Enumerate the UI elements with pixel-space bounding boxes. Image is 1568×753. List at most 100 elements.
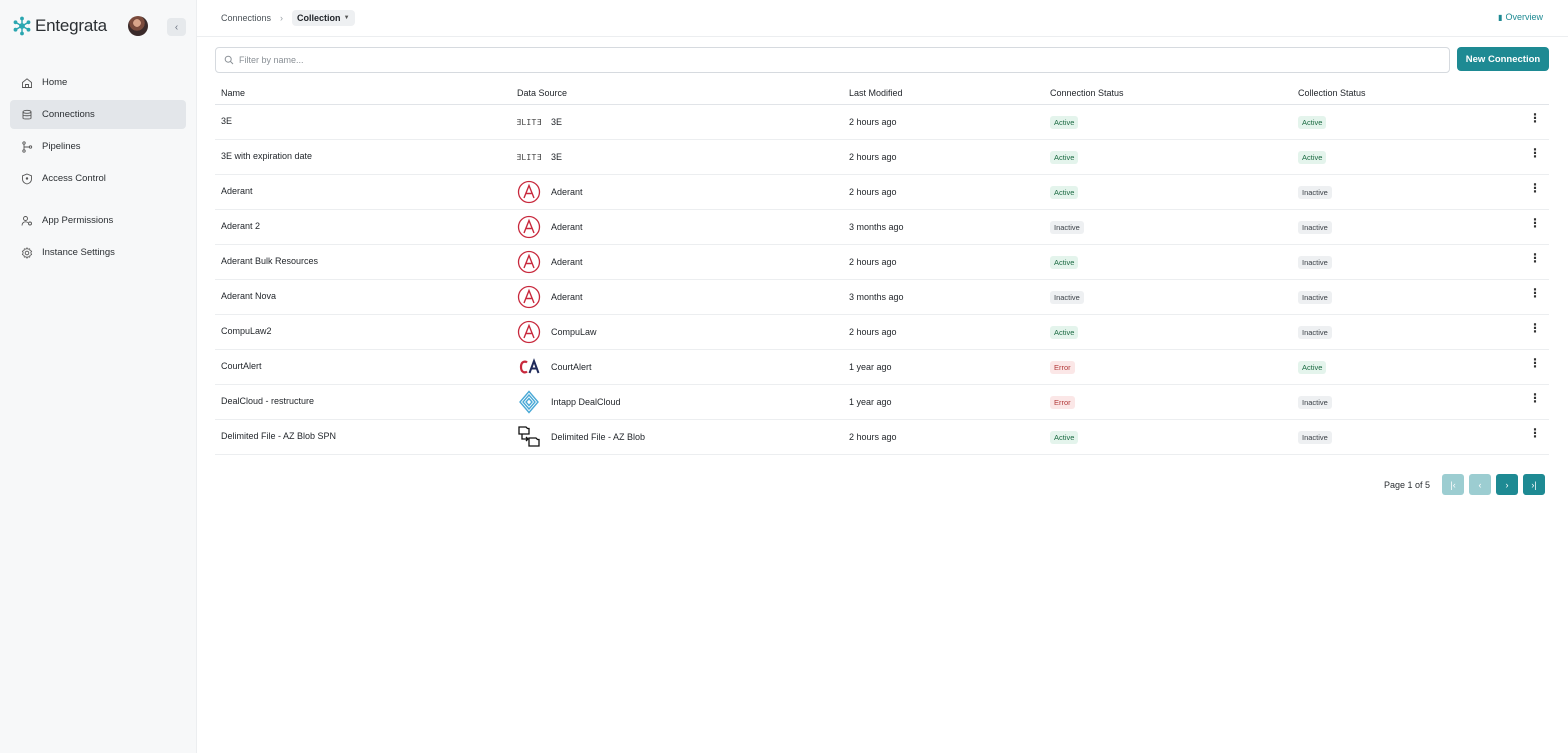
data-source-cell: CompuLaw [517,320,597,344]
status-badge: Inactive [1050,221,1084,234]
breadcrumb-collection-dropdown[interactable]: Collection ▼ [292,10,355,26]
column-header-collection-status[interactable]: Collection Status [1298,88,1366,98]
row-actions-kebab-icon[interactable]: ⋮ [1529,112,1541,124]
table-row[interactable]: Aderant Aderant 2 hours ago Active Inactive ⋮ [215,175,1549,210]
sidebar: Entegrata ‹ Home Connections Pipelines A… [0,0,197,753]
top-header: Connections › Collection ▼ ▮ Overview [197,0,1568,37]
table-row[interactable]: 3E with expiration date ƎLITƎ 3E 2 hours ag… [215,140,1549,175]
connection-status-cell: Active [1050,151,1079,164]
collection-status-cell: Inactive [1298,221,1332,234]
chevron-left-icon: ‹ [1478,479,1482,490]
row-actions-kebab-icon[interactable]: ⋮ [1529,252,1541,264]
status-badge: Active [1050,431,1079,444]
sidebar-item-label: Instance Settings [42,247,115,258]
sidebar-nav-secondary: App Permissions Instance Settings [10,206,186,270]
last-modified: 2 hours ago [849,187,897,197]
connection-name[interactable]: Aderant 2 [221,221,260,231]
status-badge: Active [1298,151,1327,164]
chevron-left-icon: ‹ [174,21,179,33]
last-modified: 3 months ago [849,222,904,232]
data-source-name: Aderant [551,257,583,267]
collapse-sidebar-button[interactable]: ‹ [167,18,186,36]
last-page-icon: ›| [1531,479,1537,490]
page-indicator: Page 1 of 5 [1384,479,1431,490]
column-header-data-source[interactable]: Data Source [517,88,567,98]
dealcloud-logo-icon [517,390,541,414]
sidebar-item-instance-settings[interactable]: Instance Settings [10,238,186,267]
table-row[interactable]: CourtAlert CourtAlert 1 year ago Error Activ… [215,350,1549,385]
row-actions-kebab-icon[interactable]: ⋮ [1529,217,1541,229]
sidebar-item-pipelines[interactable]: Pipelines [10,132,186,161]
row-actions-kebab-icon[interactable]: ⋮ [1529,357,1541,369]
connection-name[interactable]: Aderant [221,186,253,196]
table-row[interactable]: Aderant Bulk Resources Aderant 2 hours ago… [215,245,1549,280]
column-header-connection-status[interactable]: Connection Status [1050,88,1124,98]
last-page-button[interactable]: ›| [1523,474,1546,495]
connection-name[interactable]: 3E [221,116,232,126]
connection-name[interactable]: CompuLaw2 [221,326,272,336]
table-row[interactable]: 3E ƎLITƎ 3E 2 hours ago Active Active ⋮ [215,105,1549,140]
sidebar-item-label: Home [42,77,68,88]
filter-input[interactable] [239,55,1419,65]
collection-status-cell: Inactive [1298,256,1332,269]
last-modified: 2 hours ago [849,432,897,442]
first-page-button[interactable]: |‹ [1442,474,1465,495]
row-actions-kebab-icon[interactable]: ⋮ [1529,392,1541,404]
connection-status-cell: Error [1050,361,1075,374]
connection-status-cell: Active [1050,256,1079,269]
data-source-cell: ƎLITƎ 3E [517,145,562,169]
breadcrumb-current-label: Collection [297,13,341,23]
table-row[interactable]: CompuLaw2 CompuLaw 2 hours ago Active Inacti… [215,315,1549,350]
chevron-right-icon: › [280,13,284,23]
last-modified: 2 hours ago [849,152,897,162]
elite-logo-icon: ƎLITƎ [517,110,541,134]
chevron-right-icon: › [1505,479,1509,490]
column-header-name[interactable]: Name [221,88,245,98]
connection-name[interactable]: Aderant Bulk Resources [221,256,318,266]
avatar[interactable] [128,16,148,36]
brand-name: Entegrata [35,16,107,35]
table-row[interactable]: Aderant Nova Aderant 3 months ago Inactive I… [215,280,1549,315]
next-page-button[interactable]: › [1496,474,1519,495]
data-source-cell: Aderant [517,180,583,204]
collection-status-cell: Inactive [1298,291,1332,304]
home-icon [21,77,33,89]
row-actions-kebab-icon[interactable]: ⋮ [1529,147,1541,159]
data-source-name: 3E [551,152,563,162]
new-connection-button[interactable]: New Connection [1457,47,1549,71]
previous-page-button[interactable]: ‹ [1469,474,1492,495]
breadcrumb-connections-link[interactable]: Connections [221,13,271,23]
connection-name[interactable]: Aderant Nova [221,291,276,301]
table-row[interactable]: Aderant 2 Aderant 3 months ago Inactive Inac… [215,210,1549,245]
brand-logo[interactable]: Entegrata [12,14,107,38]
sidebar-item-access-control[interactable]: Access Control [10,164,186,193]
pagination: Page 1 of 5 |‹ ‹ › ›| [1384,474,1546,495]
data-source-name: CourtAlert [551,362,592,372]
overview-link[interactable]: ▮ Overview [1498,12,1543,22]
connection-name[interactable]: CourtAlert [221,361,262,371]
table-body: 3E ƎLITƎ 3E 2 hours ago Active Active ⋮ 3E with… [215,105,1549,455]
sidebar-item-app-permissions[interactable]: App Permissions [10,206,186,235]
table-row[interactable]: DealCloud - restructure Intapp DealCloud 1… [215,385,1549,420]
status-badge: Error [1050,396,1075,409]
status-badge: Active [1050,186,1079,199]
row-actions-kebab-icon[interactable]: ⋮ [1529,322,1541,334]
connection-name[interactable]: Delimited File - AZ Blob SPN [221,431,336,441]
connection-status-cell: Active [1050,326,1079,339]
sidebar-item-home[interactable]: Home [10,68,186,97]
last-modified: 3 months ago [849,292,904,302]
connection-status-cell: Inactive [1050,291,1084,304]
data-source-cell: ƎLITƎ 3E [517,110,562,134]
row-actions-kebab-icon[interactable]: ⋮ [1529,427,1541,439]
table-row[interactable]: Delimited File - AZ Blob SPN Delimited Fi… [215,420,1549,455]
status-badge: Inactive [1298,221,1332,234]
connections-table: Name Data Source Last Modified Connectio… [215,84,1549,455]
column-header-last-modified[interactable]: Last Modified [849,88,903,98]
svg-text:ƎLITƎ: ƎLITƎ [517,153,541,162]
row-actions-kebab-icon[interactable]: ⋮ [1529,287,1541,299]
connection-name[interactable]: DealCloud - restructure [221,396,314,406]
sidebar-item-connections[interactable]: Connections [10,100,186,129]
row-actions-kebab-icon[interactable]: ⋮ [1529,182,1541,194]
connection-name[interactable]: 3E with expiration date [221,151,312,161]
filter-box [215,47,1450,73]
